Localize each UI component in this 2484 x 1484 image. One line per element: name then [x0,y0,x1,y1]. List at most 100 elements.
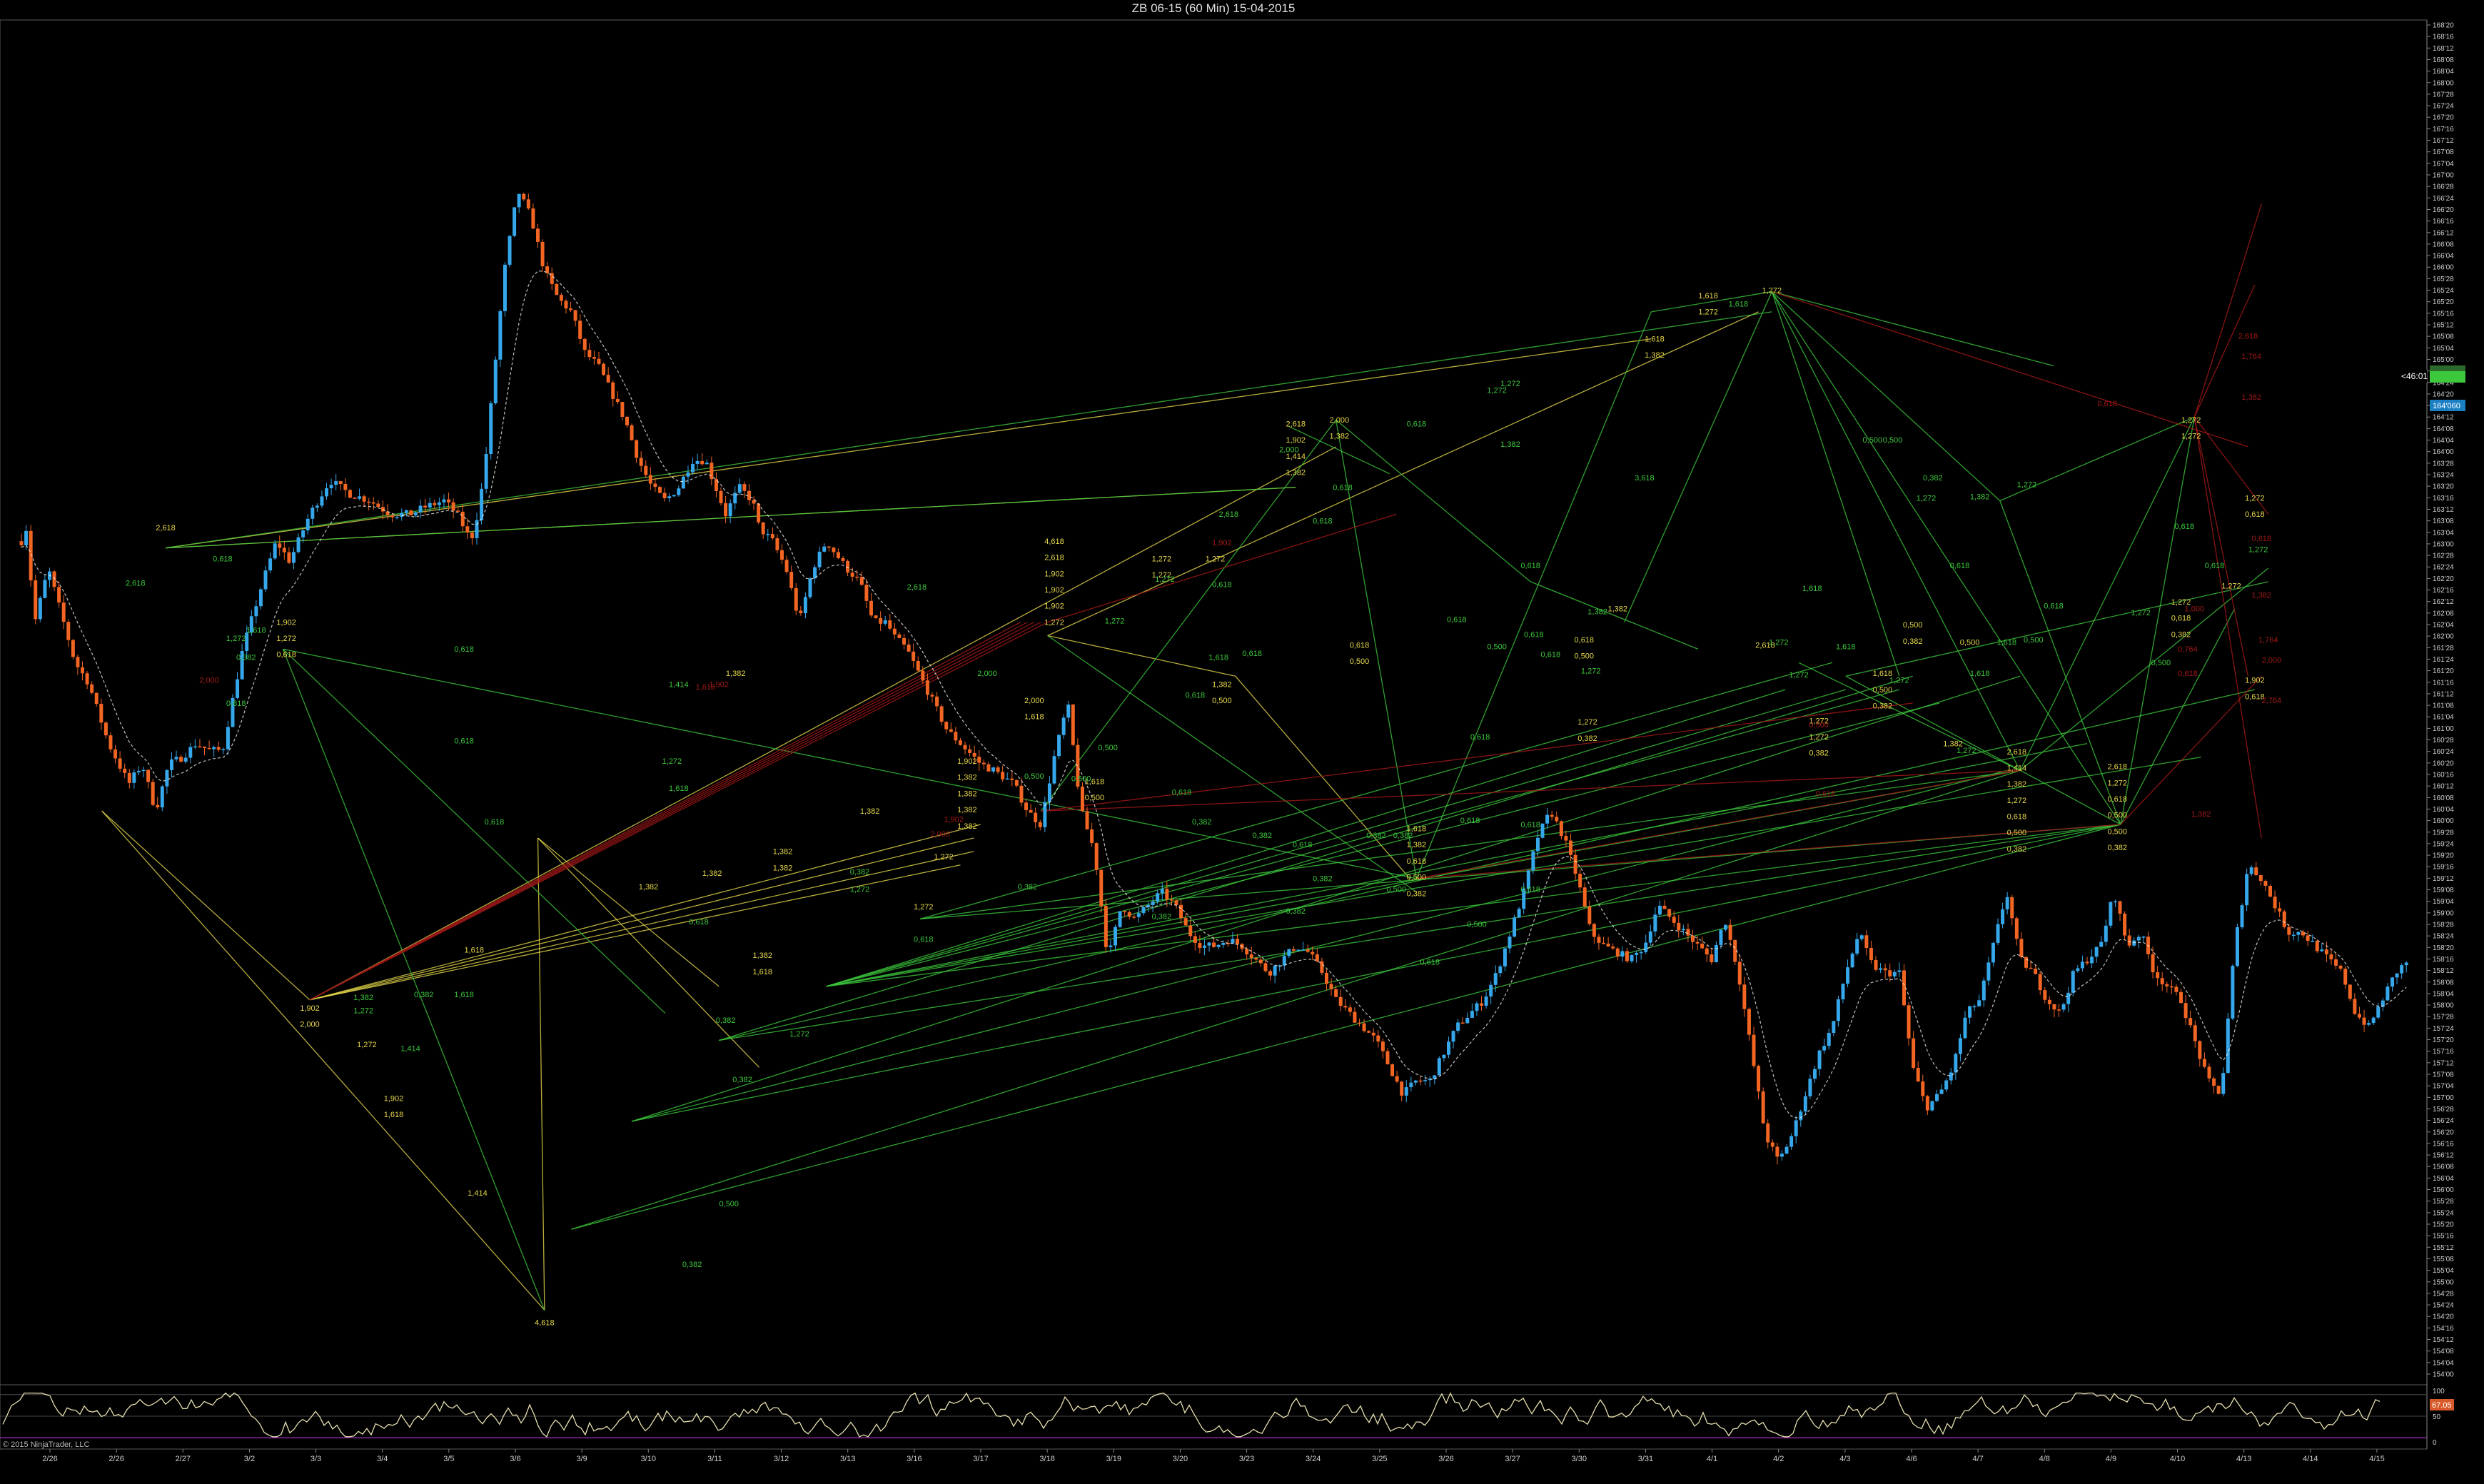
fib-label-yellow: 0,500 [1960,639,1980,647]
chart-canvas[interactable]: 2,6181,9021,2720,6181,9022,0001,9021,618… [0,0,2484,1484]
fib-label-green: 1,272 [1500,380,1520,388]
fib-line-green [1771,291,1900,677]
fib-label-green: 0,618 [485,818,505,827]
x-tick-label: 3/18 [1039,1455,1054,1463]
down-candle [1695,942,1700,944]
down-candle [1615,948,1620,957]
up-candle [1282,956,1286,966]
x-tick-label: 3/9 [576,1455,587,1463]
x-tick-label: 3/27 [1505,1455,1520,1463]
down-candle [794,587,798,611]
y-tick-label: 161'24 [2433,656,2454,664]
up-candle [493,359,498,403]
up-candle [1057,735,1061,757]
y-tick-label: 168'04 [2433,68,2454,76]
fib-label-green: 0,382 [1253,832,1273,840]
fib-label-yellow: 1,382 [726,670,746,678]
down-candle [1249,954,1253,958]
y-tick-label: 155'12 [2433,1244,2454,1252]
down-candle [118,758,122,769]
y-tick-label: 158'16 [2433,956,2454,964]
y-tick-label: 168'16 [2433,34,2454,41]
down-candle [582,338,587,350]
down-candle [1559,821,1563,837]
down-candle [1883,968,1887,971]
up-candle [1794,1120,1798,1136]
fib-line-green [1999,500,2121,825]
up-candle [418,505,423,513]
y-tick-label: 164'08 [2433,425,2454,433]
x-tick-label: 2/26 [42,1455,57,1463]
y-tick-label: 157'28 [2433,1014,2454,1021]
down-candle [587,350,592,358]
up-candle [1221,943,1226,945]
fib-label-yellow: 0,382 [1407,889,1427,898]
up-candle [1118,911,1122,927]
fib-label-green: 1,272 [850,886,870,894]
fib-label-green: 0,382 [1286,907,1306,916]
up-candle [1446,1041,1450,1055]
down-candle [592,357,596,359]
fib-label-yellow: 1,272 [1809,733,1829,742]
y-tick-label: 165'00 [2433,356,2454,364]
up-candle [1635,952,1639,955]
fib-label-red: 1,382 [2241,393,2261,402]
y-tick-label: 162'08 [2433,610,2454,617]
fib-label-yellow: 1,382 [752,952,772,960]
up-candle [1066,705,1071,718]
y-tick-label: 158'04 [2433,990,2454,998]
y-tick-label: 163'12 [2433,506,2454,514]
down-candle [1348,1007,1352,1012]
down-candle [662,493,667,498]
fib-label-yellow: 1,272 [934,853,954,862]
down-candle [1625,951,1629,961]
fib-label-green: 1,272 [1155,575,1175,584]
up-candle [2385,986,2390,1001]
fib-label-green: 0,382 [236,654,256,662]
y-tick-label: 168'08 [2433,56,2454,64]
oscillator-panel: 100 50 0 [0,1388,2445,1447]
down-candle [1034,812,1038,822]
down-candle [1132,917,1136,918]
down-candle [1024,802,1029,810]
down-candle [1385,1051,1390,1065]
up-candle [301,530,306,537]
up-candle [1813,1069,1817,1079]
down-candle [85,673,89,685]
down-candle [1907,1005,1911,1039]
x-tick-label: 3/13 [840,1455,855,1463]
down-candle [789,572,794,588]
y-tick-label: 154'24 [2433,1302,2454,1310]
down-candle [635,440,639,458]
y-tick-label: 163'20 [2433,483,2454,491]
fib-label-green: 1,272 [1917,495,1937,503]
up-candle [1620,951,1625,957]
down-candle [1371,1032,1375,1036]
fib-label-red: 1,764 [2241,353,2261,361]
down-candle [1376,1035,1380,1042]
fib-label-red: 0,618 [1816,789,1836,798]
down-candle [1014,779,1019,786]
up-candle [1052,756,1056,784]
down-candle [578,320,582,339]
down-candle [1390,1064,1395,1076]
fib-label-green: 0,618 [2044,602,2064,611]
down-candle [2287,927,2291,935]
up-candle [1859,935,1864,939]
y-tick-label: 167'08 [2433,148,2454,156]
down-candle [113,749,118,759]
fib-label-green: 0,382 [1366,832,1386,840]
fib-line-green [282,648,666,1014]
down-candle [912,651,916,661]
down-candle [1169,899,1173,901]
fib-label-green: 0,382 [716,1016,736,1025]
fib-label-green: 0,382 [1923,474,1943,483]
y-tick-label: 166'08 [2433,241,2454,248]
y-tick-label: 162'04 [2433,622,2454,630]
up-candle [1784,1146,1789,1154]
y-tick-label: 166'16 [2433,218,2454,226]
fib-label-green: 1,618 [1802,585,1822,593]
up-candle [2080,961,2084,969]
fib-label-green: 0,500 [1487,642,1507,651]
fib-line-yellow [537,837,760,1068]
